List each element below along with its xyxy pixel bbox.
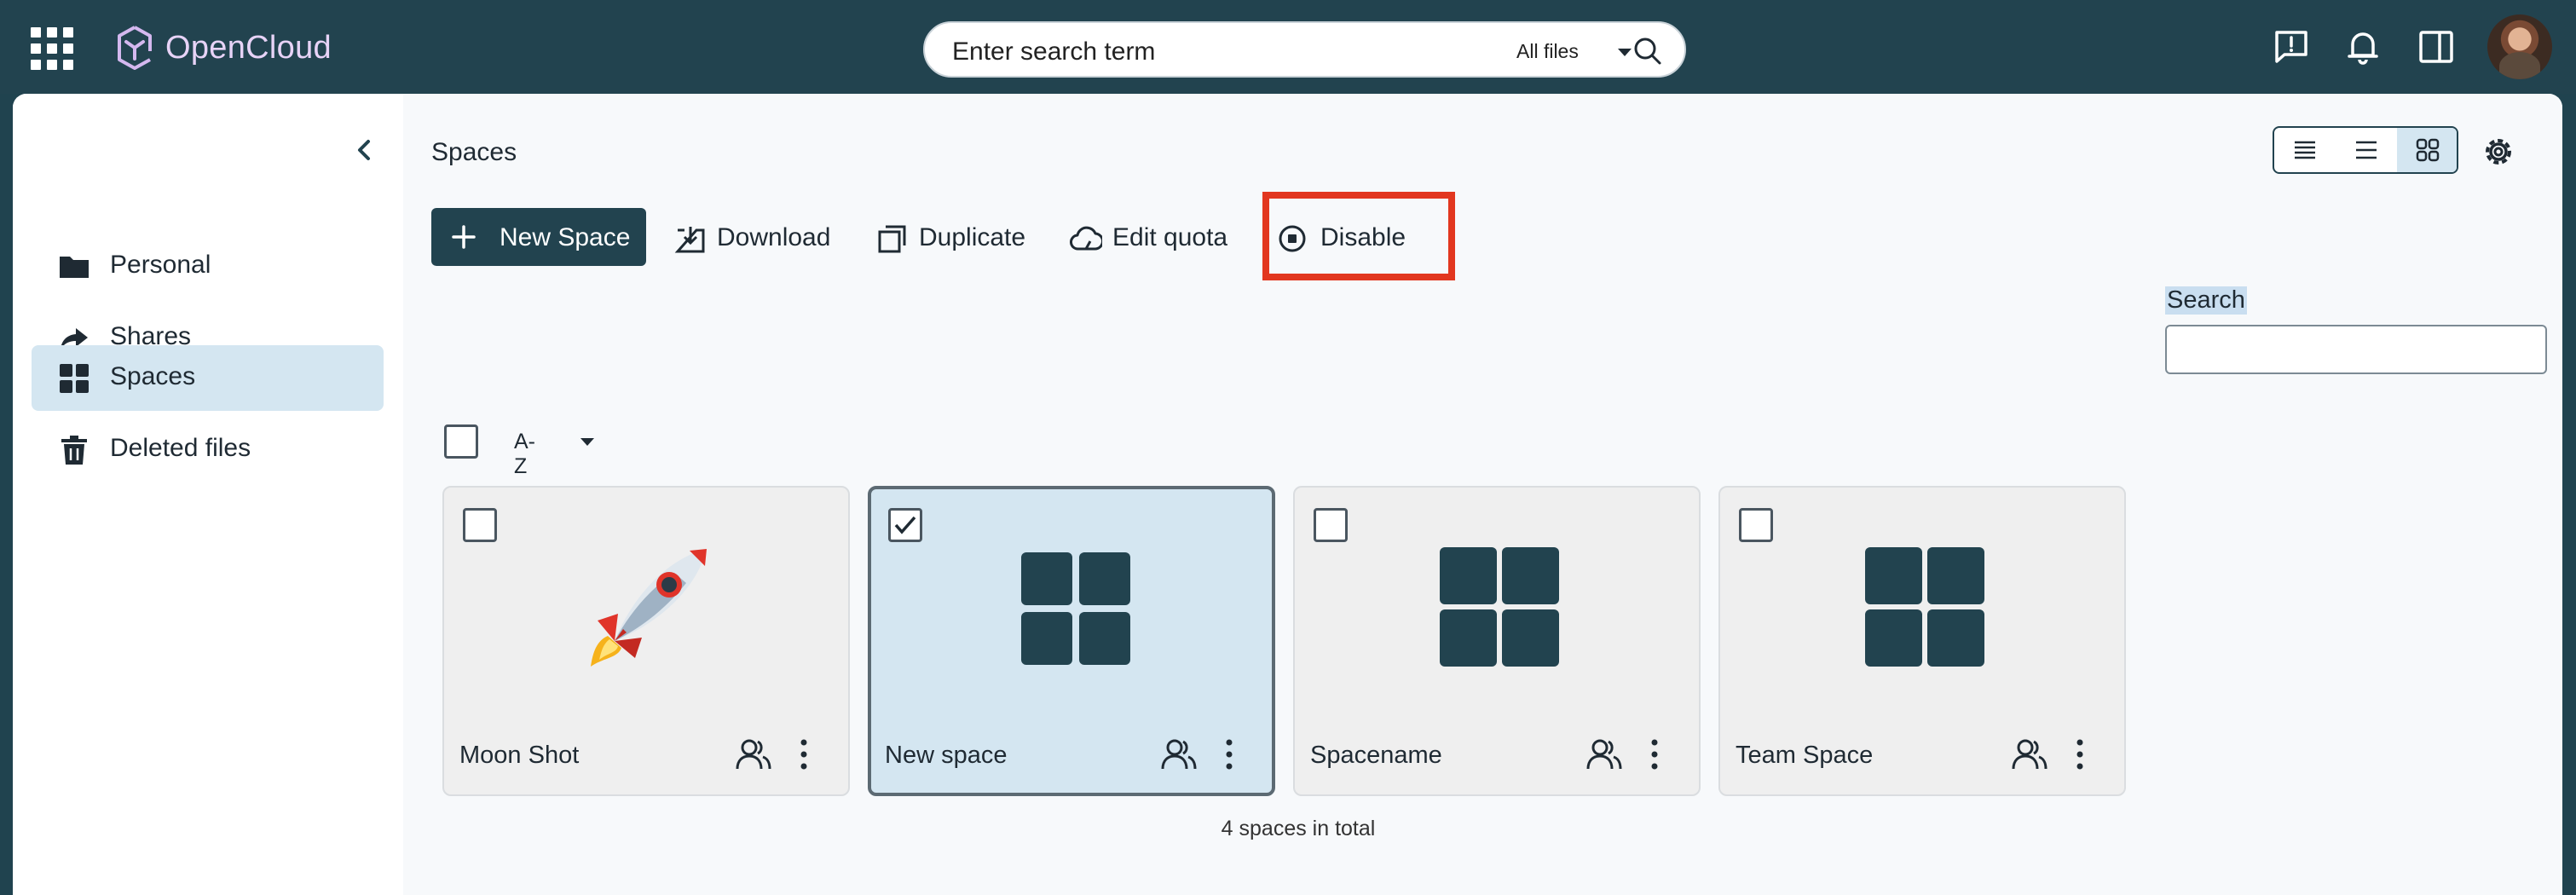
sidebar-item-label: Spaces bbox=[110, 362, 196, 390]
sidebar-item-label: Personal bbox=[110, 251, 211, 279]
app-switcher-icon[interactable] bbox=[31, 27, 73, 70]
side-panel-icon[interactable] bbox=[2417, 28, 2455, 66]
sidebar-item-personal[interactable]: Personal bbox=[32, 234, 384, 299]
spaces-grid-icon bbox=[60, 364, 89, 393]
space-card[interactable]: Moon Shot bbox=[442, 486, 850, 796]
edit-quota-label: Edit quota bbox=[1112, 223, 1228, 251]
sort-select[interactable]: A-Z bbox=[514, 430, 535, 479]
members-icon[interactable] bbox=[1585, 735, 1624, 774]
members-icon[interactable] bbox=[1159, 735, 1198, 774]
top-bar: OpenCloud Enter search term All files bbox=[0, 0, 2576, 94]
space-name: Spacename bbox=[1310, 742, 1442, 769]
global-search-input[interactable]: Enter search term All files bbox=[923, 21, 1686, 78]
members-icon[interactable] bbox=[2010, 735, 2049, 774]
members-icon[interactable] bbox=[734, 735, 773, 774]
sidebar-item-spaces[interactable]: Spaces bbox=[32, 345, 384, 411]
rocket-icon bbox=[591, 549, 707, 667]
bell-icon[interactable] bbox=[2344, 28, 2382, 66]
app-container: Personal Shares Spaces Deleted files Spa… bbox=[13, 94, 2562, 895]
brand-logo[interactable]: OpenCloud bbox=[116, 22, 332, 73]
search-placeholder: Enter search term bbox=[952, 38, 1156, 66]
view-table-button[interactable] bbox=[2336, 128, 2397, 172]
collapse-sidebar-icon[interactable] bbox=[349, 135, 380, 165]
duplicate-button[interactable]: Duplicate bbox=[876, 208, 1030, 266]
search-filter-label: Search bbox=[2165, 286, 2247, 315]
space-placeholder-icon bbox=[1021, 552, 1130, 665]
checkmark-icon bbox=[894, 516, 916, 534]
download-button[interactable]: Download bbox=[674, 208, 836, 266]
chevron-down-icon[interactable] bbox=[580, 438, 594, 447]
folder-icon bbox=[60, 257, 89, 278]
feedback-icon[interactable] bbox=[2273, 28, 2310, 66]
view-condensed-table-button[interactable] bbox=[2274, 128, 2336, 172]
duplicate-label: Duplicate bbox=[919, 223, 1026, 251]
space-checkbox[interactable] bbox=[463, 508, 497, 542]
space-card[interactable]: Team Space bbox=[1718, 486, 2126, 796]
spaces-total-count: 4 spaces in total bbox=[1221, 817, 1376, 840]
chevron-down-icon[interactable] bbox=[1618, 49, 1632, 57]
gear-icon[interactable] bbox=[2480, 133, 2517, 170]
space-checkbox[interactable] bbox=[1314, 508, 1348, 542]
space-checkbox[interactable] bbox=[888, 508, 922, 542]
more-vertical-icon[interactable] bbox=[1221, 735, 1238, 774]
download-icon bbox=[674, 227, 705, 253]
search-scope-select[interactable]: All files bbox=[1516, 40, 1579, 63]
tiles-icon bbox=[2416, 138, 2440, 162]
user-avatar[interactable] bbox=[2487, 14, 2552, 79]
space-placeholder-icon bbox=[1440, 547, 1559, 667]
search-icon[interactable] bbox=[1632, 36, 1663, 66]
space-name: Moon Shot bbox=[459, 742, 580, 769]
highlight-annotation bbox=[1262, 192, 1455, 280]
space-name: Team Space bbox=[1736, 742, 1874, 769]
list-icon bbox=[2356, 141, 2377, 159]
space-card[interactable]: New space bbox=[868, 486, 1275, 796]
page-title: Spaces bbox=[431, 138, 517, 166]
space-placeholder-icon bbox=[1865, 547, 1984, 667]
download-label: Download bbox=[717, 223, 831, 251]
new-space-button[interactable]: New Space bbox=[431, 208, 646, 266]
space-card[interactable]: Spacename bbox=[1293, 486, 1701, 796]
more-vertical-icon[interactable] bbox=[1646, 735, 1663, 774]
space-name: New space bbox=[885, 742, 1008, 769]
sidebar-item-label: Deleted files bbox=[110, 434, 251, 462]
opencloud-logo-icon bbox=[118, 26, 152, 70]
sidebar-item-deleted-files[interactable]: Deleted files bbox=[32, 417, 384, 482]
select-all-checkbox[interactable] bbox=[444, 424, 478, 459]
edit-quota-button[interactable]: Edit quota bbox=[1070, 208, 1236, 266]
more-vertical-icon[interactable] bbox=[795, 735, 812, 774]
trash-icon bbox=[61, 436, 87, 465]
more-vertical-icon[interactable] bbox=[2071, 735, 2088, 774]
cloud-icon bbox=[1070, 226, 1102, 251]
plus-icon bbox=[452, 225, 476, 249]
condensed-list-icon bbox=[2295, 141, 2315, 159]
space-checkbox[interactable] bbox=[1739, 508, 1773, 542]
new-space-label: New Space bbox=[500, 223, 631, 251]
view-mode-switch bbox=[2273, 126, 2458, 174]
sidebar: Personal Shares Spaces Deleted files bbox=[13, 94, 403, 895]
brand-name: OpenCloud bbox=[165, 29, 332, 66]
search-filter-input[interactable] bbox=[2165, 325, 2547, 374]
view-tiles-button[interactable] bbox=[2397, 128, 2457, 172]
duplicate-icon bbox=[878, 225, 906, 253]
main-content: Spaces New Space Download Duplicate Edit… bbox=[403, 94, 2562, 895]
